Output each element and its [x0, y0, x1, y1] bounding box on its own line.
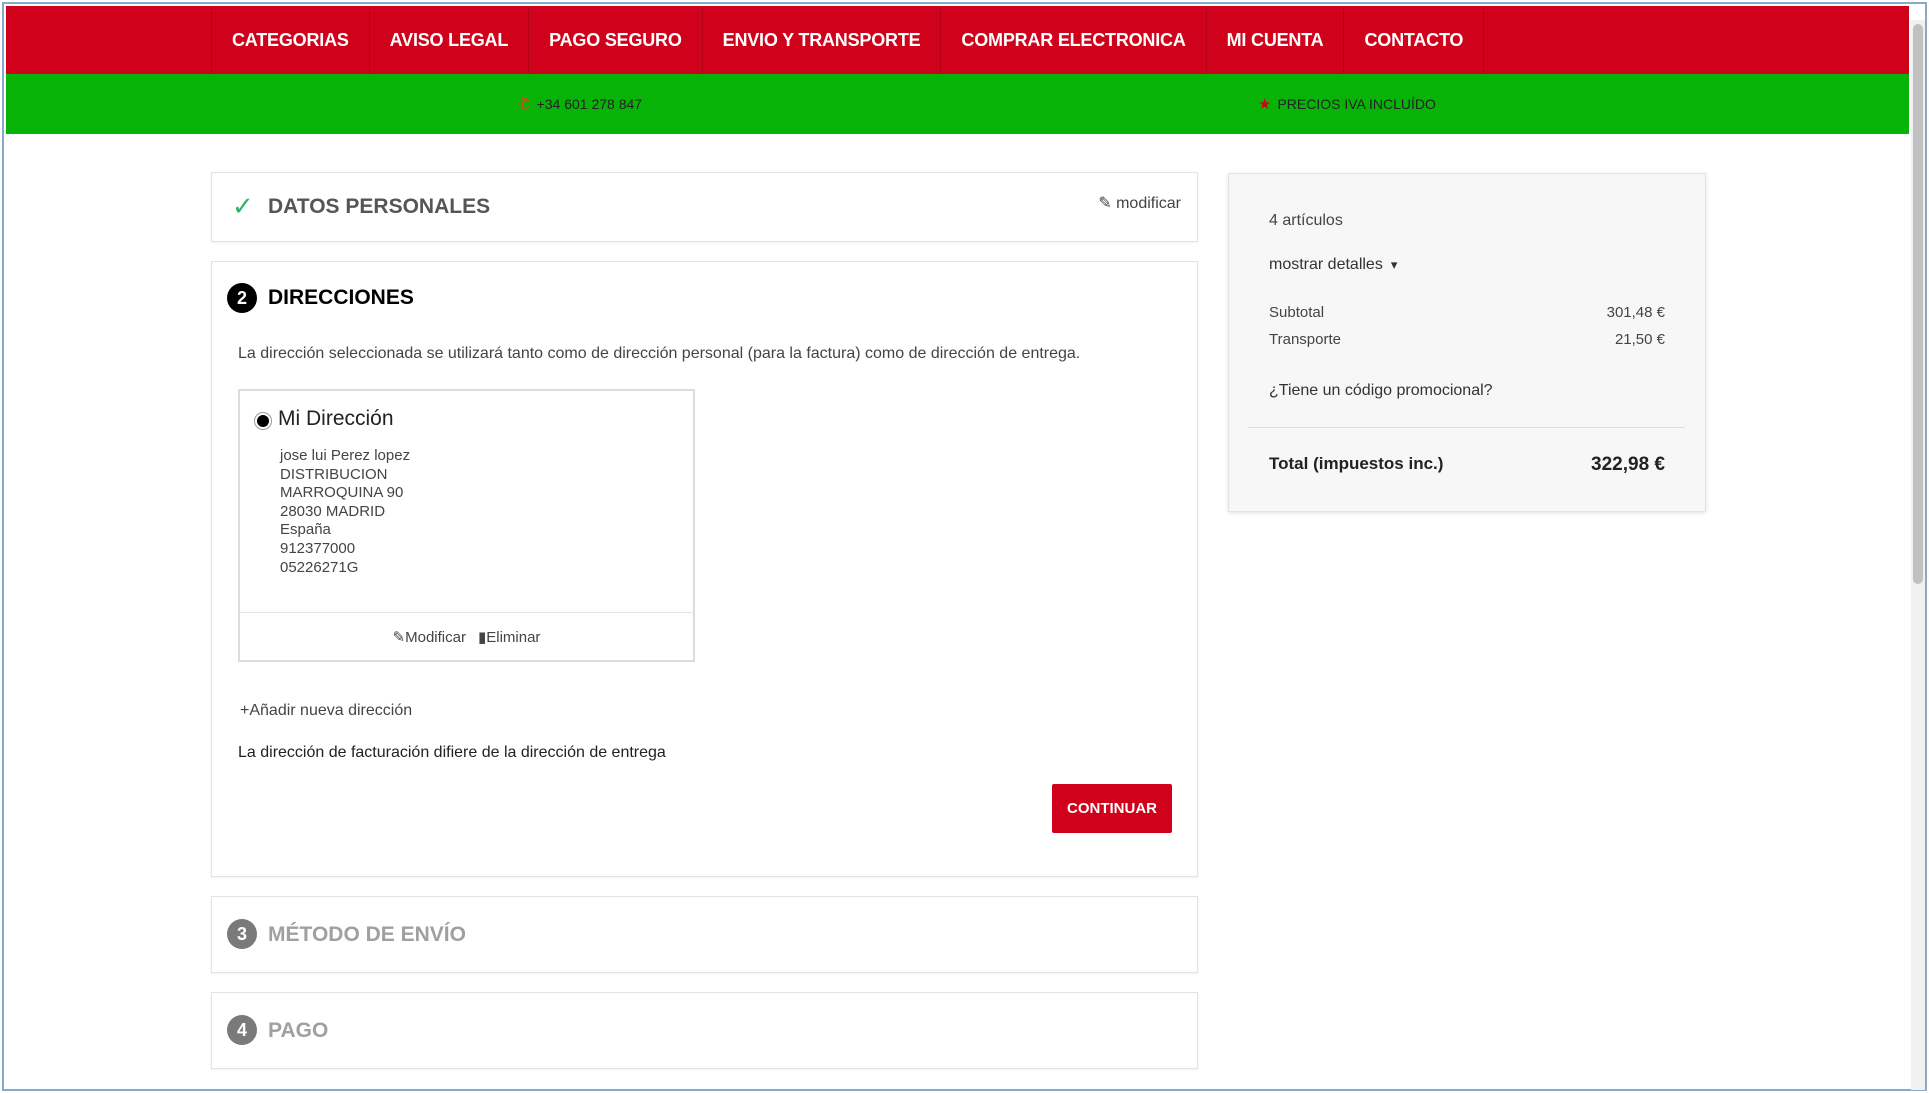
address-radio[interactable] — [254, 412, 272, 430]
address-line-city: 28030 MADRID — [280, 502, 386, 520]
address-card[interactable]: Mi Dirección jose lui Perez lopez DISTRI… — [238, 389, 695, 662]
nav-item-contacto[interactable]: CONTACTO — [1344, 6, 1485, 74]
main-navigation: CATEGORIAS AVISO LEGAL PAGO SEGURO ENVIO… — [6, 6, 1909, 74]
subtotal-label: Subtotal — [1269, 304, 1325, 321]
radio-dot — [257, 415, 269, 427]
step-title-addresses: DIRECCIONES — [268, 286, 414, 309]
edit-personal-label: modificar — [1116, 195, 1181, 212]
shipping-row: Transporte 21,50 € — [1269, 331, 1665, 348]
edit-address-label: Modificar — [405, 628, 466, 646]
nav-item-envio-transporte[interactable]: ENVIO Y TRANSPORTE — [703, 6, 942, 74]
nav-item-mi-cuenta[interactable]: MI CUENTA — [1207, 6, 1345, 74]
step-number-2: 2 — [227, 283, 257, 313]
chevron-down-icon: ▾ — [1390, 257, 1398, 272]
step-number-4: 4 — [227, 1015, 257, 1045]
shipping-label: Transporte — [1269, 331, 1341, 348]
step-title-payment: PAGO — [268, 1019, 329, 1042]
address-line-phone: 912377000 — [280, 539, 356, 557]
address-line-name: jose lui Perez lopez — [280, 447, 411, 464]
tax-note: PRECIOS IVA INCLUÍDO — [1277, 96, 1436, 112]
delete-address-link[interactable]: ▮Eliminar — [478, 628, 540, 646]
step-title-personal: DATOS PERSONALES — [268, 195, 491, 218]
step-title-shipping: MÉTODO DE ENVÍO — [268, 923, 466, 946]
address-line-street: MARROQUINA 90 — [280, 484, 404, 502]
total-row: Total (impuestos inc.) 322,98 € — [1269, 454, 1665, 476]
item-count: 4 artículos — [1269, 212, 1343, 229]
summary-divider — [1248, 427, 1685, 428]
address-line-company: DISTRIBUCION — [280, 465, 388, 483]
cart-summary: 4 artículos mostrar detalles ▾ Subtotal … — [1228, 173, 1706, 512]
subtotal-row: Subtotal 301,48 € — [1269, 304, 1665, 321]
nav-item-aviso-legal[interactable]: AVISO LEGAL — [370, 6, 530, 74]
add-address-link[interactable]: +Añadir nueva dirección — [240, 702, 412, 720]
subtotal-value: 301,48 € — [1606, 304, 1665, 321]
tax-info: ★ PRECIOS IVA INCLUÍDO — [1258, 74, 1436, 134]
continue-button[interactable]: CONTINUAR — [1052, 784, 1172, 833]
show-details-toggle[interactable]: mostrar detalles ▾ — [1269, 256, 1397, 274]
step-addresses: 2 DIRECCIONES La dirección seleccionada … — [211, 261, 1198, 877]
page-scrollbar[interactable] — [1911, 20, 1925, 1090]
address-line-country: España — [280, 521, 331, 539]
check-icon: ✓ — [232, 191, 254, 221]
phone-number: +34 601 278 847 — [536, 96, 643, 112]
address-header: Mi Dirección — [254, 407, 394, 431]
edit-address-link[interactable]: ✎Modificar — [393, 628, 466, 646]
plus-icon: + — [240, 702, 250, 719]
address-actions: ✎Modificar ▮Eliminar — [240, 612, 693, 660]
star-icon: ★ — [1258, 96, 1272, 113]
address-line-id: 05226271G — [280, 558, 359, 576]
trash-icon: ▮ — [477, 628, 487, 646]
billing-differs-link[interactable]: La dirección de facturación difiere de l… — [238, 744, 666, 762]
add-address-label: Añadir nueva dirección — [249, 702, 413, 719]
promo-code-link[interactable]: ¿Tiene un código promocional? — [1269, 382, 1493, 400]
step-payment[interactable]: 4 PAGO — [211, 992, 1198, 1069]
edit-personal-link[interactable]: ✎ modificar — [1098, 193, 1181, 213]
nav-item-categorias[interactable]: CATEGORIAS — [212, 6, 370, 74]
addresses-description: La dirección seleccionada se utilizará t… — [238, 345, 1081, 362]
delete-address-label: Eliminar — [486, 628, 541, 646]
pencil-icon: ✎ — [1098, 195, 1112, 212]
address-alias: Mi Dirección — [278, 407, 394, 430]
show-details-label: mostrar detalles — [1269, 256, 1383, 273]
info-bar: ✆ +34 601 278 847 ★ PRECIOS IVA INCLUÍDO — [6, 74, 1909, 134]
pencil-icon: ✎ — [392, 628, 406, 646]
scrollbar-thumb[interactable] — [1913, 24, 1923, 584]
step-shipping-method[interactable]: 3 MÉTODO DE ENVÍO — [211, 896, 1198, 973]
phone-icon: ✆ — [518, 96, 531, 113]
total-label: Total (impuestos inc.) — [1269, 454, 1444, 473]
nav-menu: CATEGORIAS AVISO LEGAL PAGO SEGURO ENVIO… — [211, 6, 1485, 74]
nav-item-comprar-electronica[interactable]: COMPRAR ELECTRONICA — [941, 6, 1207, 74]
address-lines: jose lui Perez lopez DISTRIBUCION MARROQ… — [280, 447, 410, 577]
nav-item-pago-seguro[interactable]: PAGO SEGURO — [529, 6, 703, 74]
step-personal-data: ✓ DATOS PERSONALES ✎ modificar — [211, 172, 1198, 242]
total-value: 322,98 € — [1591, 454, 1665, 475]
step-number-3: 3 — [227, 919, 257, 949]
phone-info: ✆ +34 601 278 847 — [518, 74, 642, 134]
shipping-value: 21,50 € — [1614, 331, 1665, 348]
